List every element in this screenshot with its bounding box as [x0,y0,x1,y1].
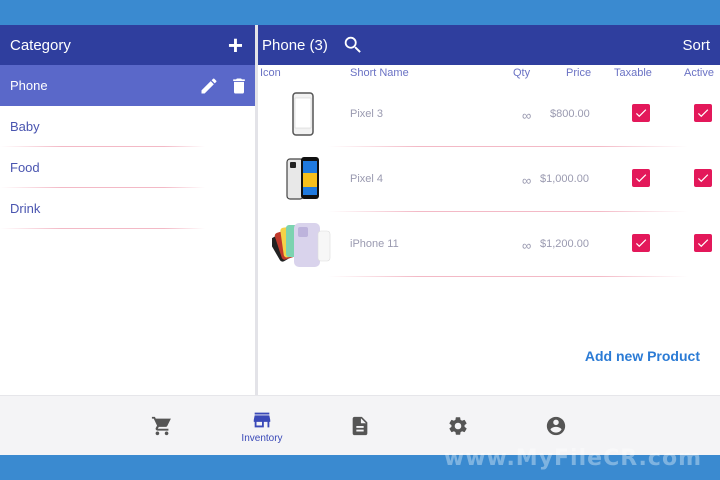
product-price: $1,000.00 [540,173,589,185]
check-icon [697,174,709,183]
taxable-checkbox[interactable] [632,169,650,187]
product-qty: ∞ [522,173,532,188]
product-thumbnail [272,216,334,272]
nav-item-reports[interactable] [348,396,372,456]
trash-icon[interactable] [229,76,249,96]
product-price: $800.00 [550,108,590,120]
check-icon [635,109,647,118]
category-item-label: Phone [10,78,48,93]
product-header: Phone (3) Sort [258,25,720,65]
product-thumbnail [272,151,334,207]
product-qty: ∞ [522,238,532,253]
product-row[interactable]: iPhone 11 ∞ $1,200.00 [258,212,720,277]
taxable-checkbox[interactable] [632,234,650,252]
check-icon [635,239,647,248]
category-item-drink[interactable]: Drink [0,188,255,229]
document-icon [352,416,368,436]
category-header: Category + [0,25,255,65]
column-qty: Qty [513,67,531,79]
category-item-food[interactable]: Food [0,147,255,188]
column-price: Price [566,67,592,79]
sort-button[interactable]: Sort [682,37,710,54]
product-name: Pixel 3 [350,108,384,120]
product-name: iPhone 11 [350,238,399,250]
gear-icon [449,417,467,435]
category-item-label: Baby [10,119,40,134]
active-checkbox[interactable] [694,104,712,122]
category-title: Category [10,36,71,54]
product-qty: ∞ [522,108,532,123]
product-row[interactable]: Pixel 3 ∞ $800.00 [258,82,720,147]
phone-image-icon [272,223,331,267]
active-checkbox[interactable] [694,234,712,252]
phone-image-icon [292,92,314,136]
check-icon [697,109,709,118]
product-panel: Phone (3) Sort Icon Short Name Qty Price… [258,25,720,395]
cart-icon [151,416,171,436]
product-name: Pixel 4 [350,173,384,185]
category-item-baby[interactable]: Baby [0,106,255,147]
phone-image-icon [286,157,319,200]
column-icon: Icon [260,67,281,79]
add-category-icon[interactable]: + [228,32,243,58]
watermark-text: www.MyFileCR.com [443,446,702,471]
column-taxable: Taxable [614,67,652,79]
check-icon [635,174,647,183]
category-actions [199,76,249,96]
app-window: Category + Phone Baby Food Drink Phone (… [0,25,720,455]
category-item-label: Drink [10,201,41,216]
nav-item-inventory[interactable]: Inventory [232,396,292,456]
category-panel: Category + Phone Baby Food Drink [0,25,255,395]
nav-item-label: Inventory [241,432,283,444]
category-item-phone[interactable]: Phone [0,65,255,106]
product-price: $1,200.00 [540,238,589,250]
account-icon [546,416,566,436]
taxable-checkbox[interactable] [632,104,650,122]
add-new-product-button[interactable]: Add new Product [585,348,700,364]
frame-top [0,0,720,25]
row-divider [328,276,688,277]
store-icon [253,412,271,427]
nav-item-cart[interactable] [150,396,174,456]
category-item-label: Food [10,160,40,175]
search-icon[interactable] [342,34,364,56]
row-divider [0,228,205,229]
active-checkbox[interactable] [694,169,712,187]
column-short-name: Short Name [350,67,409,79]
product-thumbnail [272,86,334,142]
product-panel-title: Phone (3) [262,36,328,54]
check-icon [697,239,709,248]
column-active: Active [684,67,714,79]
pencil-icon[interactable] [199,76,219,96]
product-row[interactable]: Pixel 4 ∞ $1,000.00 [258,147,720,212]
